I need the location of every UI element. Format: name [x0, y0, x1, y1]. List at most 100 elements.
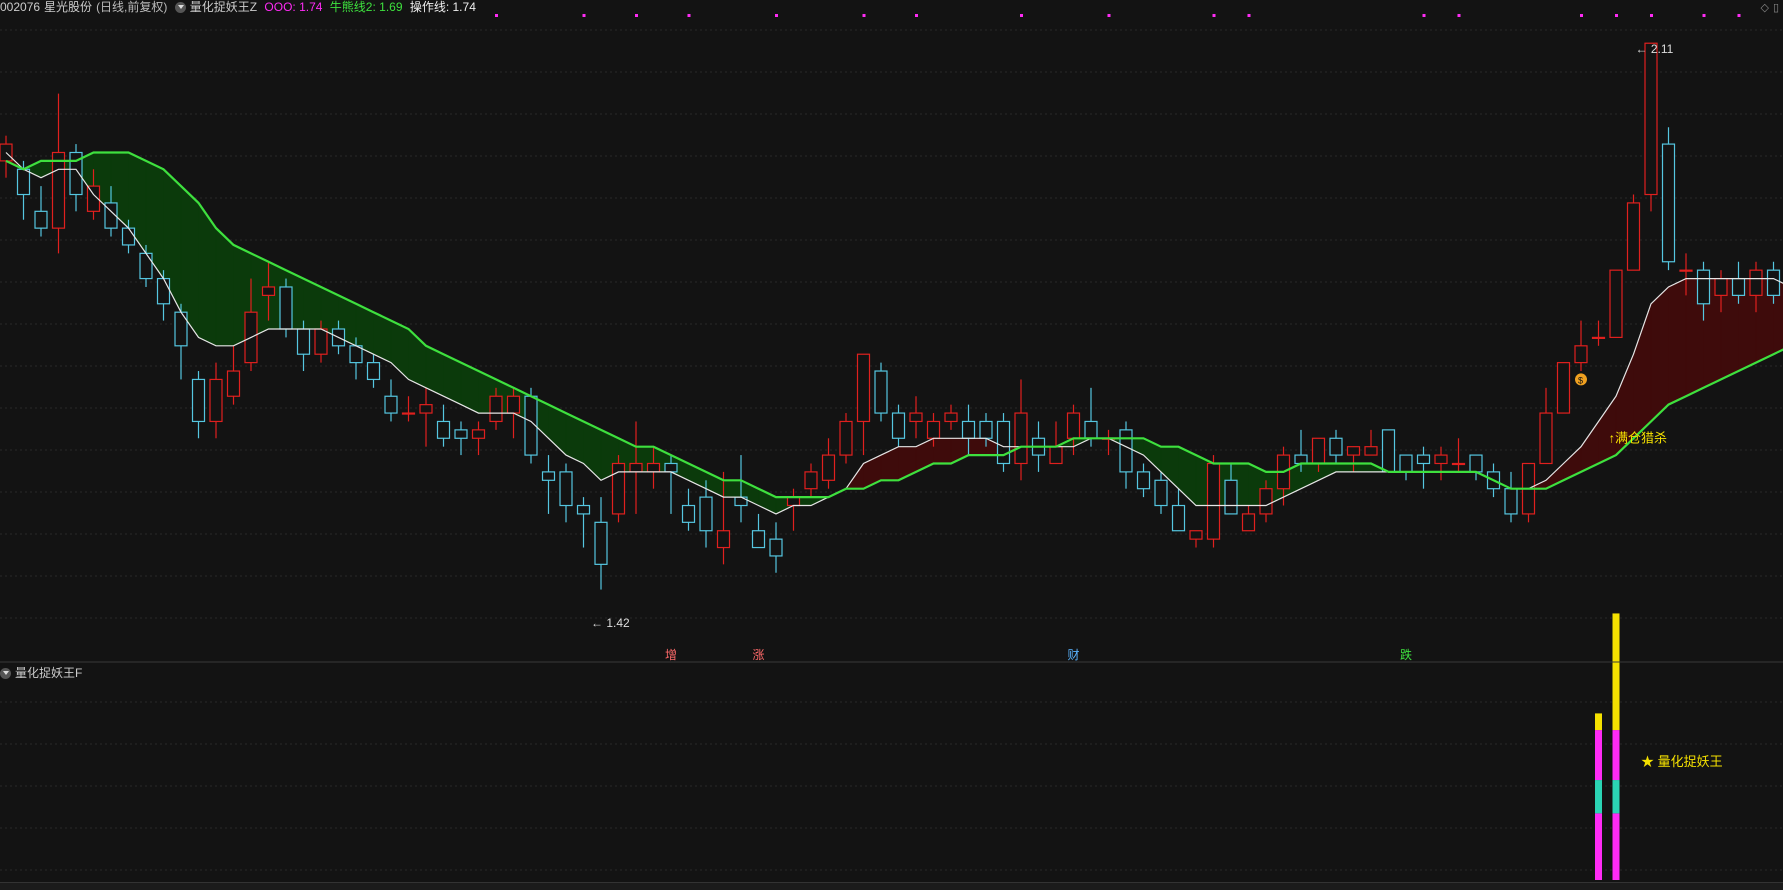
signal-dot	[688, 14, 691, 17]
candle-body	[1068, 413, 1080, 438]
signal-dot	[1020, 14, 1023, 17]
candle-body	[683, 506, 695, 523]
band-segment	[216, 228, 234, 346]
signal-dot	[1650, 14, 1653, 17]
candle-body	[1645, 43, 1657, 194]
candle	[1663, 127, 1675, 270]
candle-body	[1593, 337, 1605, 338]
bottom-marker: 涨	[753, 647, 765, 662]
candle-body	[35, 211, 47, 228]
signal-dot	[1458, 14, 1461, 17]
candle-body	[1435, 455, 1447, 463]
candle-body	[193, 379, 205, 421]
candle-body	[1610, 270, 1622, 337]
candle	[35, 186, 47, 236]
candle-body	[123, 228, 135, 245]
candle-body	[53, 152, 65, 228]
candle-body	[560, 472, 572, 506]
candle-body	[665, 463, 677, 471]
signal-dot	[775, 14, 778, 17]
signal-dots	[495, 14, 1783, 17]
candle	[1505, 472, 1517, 522]
candle-body	[158, 279, 170, 304]
candle	[1330, 430, 1342, 464]
candle-body	[648, 463, 660, 471]
candle	[893, 405, 905, 447]
candle	[53, 94, 65, 254]
bottom-marker: 增	[665, 648, 677, 662]
money-bag-symbol: $	[1578, 375, 1583, 385]
candle-body	[1225, 480, 1237, 514]
band-segment	[881, 447, 899, 481]
sub-indicator-dropdown-icon[interactable]	[0, 668, 11, 679]
candle-body	[1400, 455, 1412, 472]
signal-dot	[863, 14, 866, 17]
candle-body	[1540, 413, 1552, 463]
signal-dot	[1580, 14, 1583, 17]
candle-body	[840, 421, 852, 455]
candle	[998, 413, 1010, 472]
candle-body	[1698, 270, 1710, 304]
sub-bar-segment	[1613, 780, 1620, 813]
candle-body	[1190, 531, 1202, 539]
candle	[1645, 43, 1657, 211]
candle	[403, 396, 415, 421]
candle	[70, 144, 82, 211]
band-fills	[6, 152, 1783, 513]
candle-body	[980, 421, 992, 438]
candle-body	[1050, 447, 1062, 464]
candle-body	[315, 329, 327, 354]
candle-body	[788, 497, 800, 505]
sub-legend-label: ★ 量化捉妖王	[1641, 754, 1723, 769]
candle-body	[1243, 514, 1255, 531]
candle	[840, 413, 852, 463]
candle-body	[1715, 279, 1727, 296]
candle	[1120, 421, 1132, 488]
candle-body	[893, 413, 905, 438]
candle	[1558, 363, 1570, 413]
candle	[1243, 506, 1255, 531]
candle-body	[735, 497, 747, 505]
candle	[683, 489, 695, 531]
candle-body	[438, 421, 450, 438]
candle-body	[718, 531, 730, 548]
candle	[420, 388, 432, 447]
candle	[1610, 270, 1622, 337]
band-segment	[1319, 463, 1337, 480]
candle	[788, 489, 800, 531]
signal-dot	[1703, 14, 1706, 17]
sub-bar-segment	[1613, 613, 1620, 730]
candle-body	[945, 413, 957, 421]
kline-chart[interactable]: ← 2.11 ← 1.42 ↑满仓猎杀 $ 增涨财跌 ★ 量化捉妖王	[0, 0, 1783, 889]
sub-chart-title[interactable]: 量化捉妖王F	[15, 666, 82, 680]
candle-body	[1470, 455, 1482, 472]
candle	[175, 304, 187, 380]
candle-body	[508, 396, 520, 413]
sub-bar-segment	[1595, 713, 1602, 730]
candle-body	[1365, 447, 1377, 455]
candle-body	[578, 506, 590, 514]
bottom-marker: 财	[1068, 648, 1080, 662]
candle-body	[1260, 489, 1272, 514]
candle	[1470, 455, 1482, 480]
candle-body	[998, 421, 1010, 463]
candle-body	[1750, 270, 1762, 295]
candle-body	[613, 463, 625, 513]
candle	[1453, 438, 1465, 472]
candle-body	[1558, 363, 1570, 413]
candle-body	[753, 531, 765, 548]
candle	[438, 405, 450, 447]
candle-body	[473, 430, 485, 438]
candle-body	[858, 354, 870, 421]
candle-body	[805, 472, 817, 489]
bottom-marker: 跌	[1400, 647, 1412, 662]
candle-body	[700, 497, 712, 531]
candle-body	[1120, 430, 1132, 472]
candle-body	[543, 472, 555, 480]
band-segment	[1336, 463, 1354, 471]
candle	[630, 421, 642, 513]
candle	[823, 438, 835, 488]
candle	[543, 455, 555, 514]
signal-dot	[1738, 14, 1741, 17]
signal-dot	[1248, 14, 1251, 17]
